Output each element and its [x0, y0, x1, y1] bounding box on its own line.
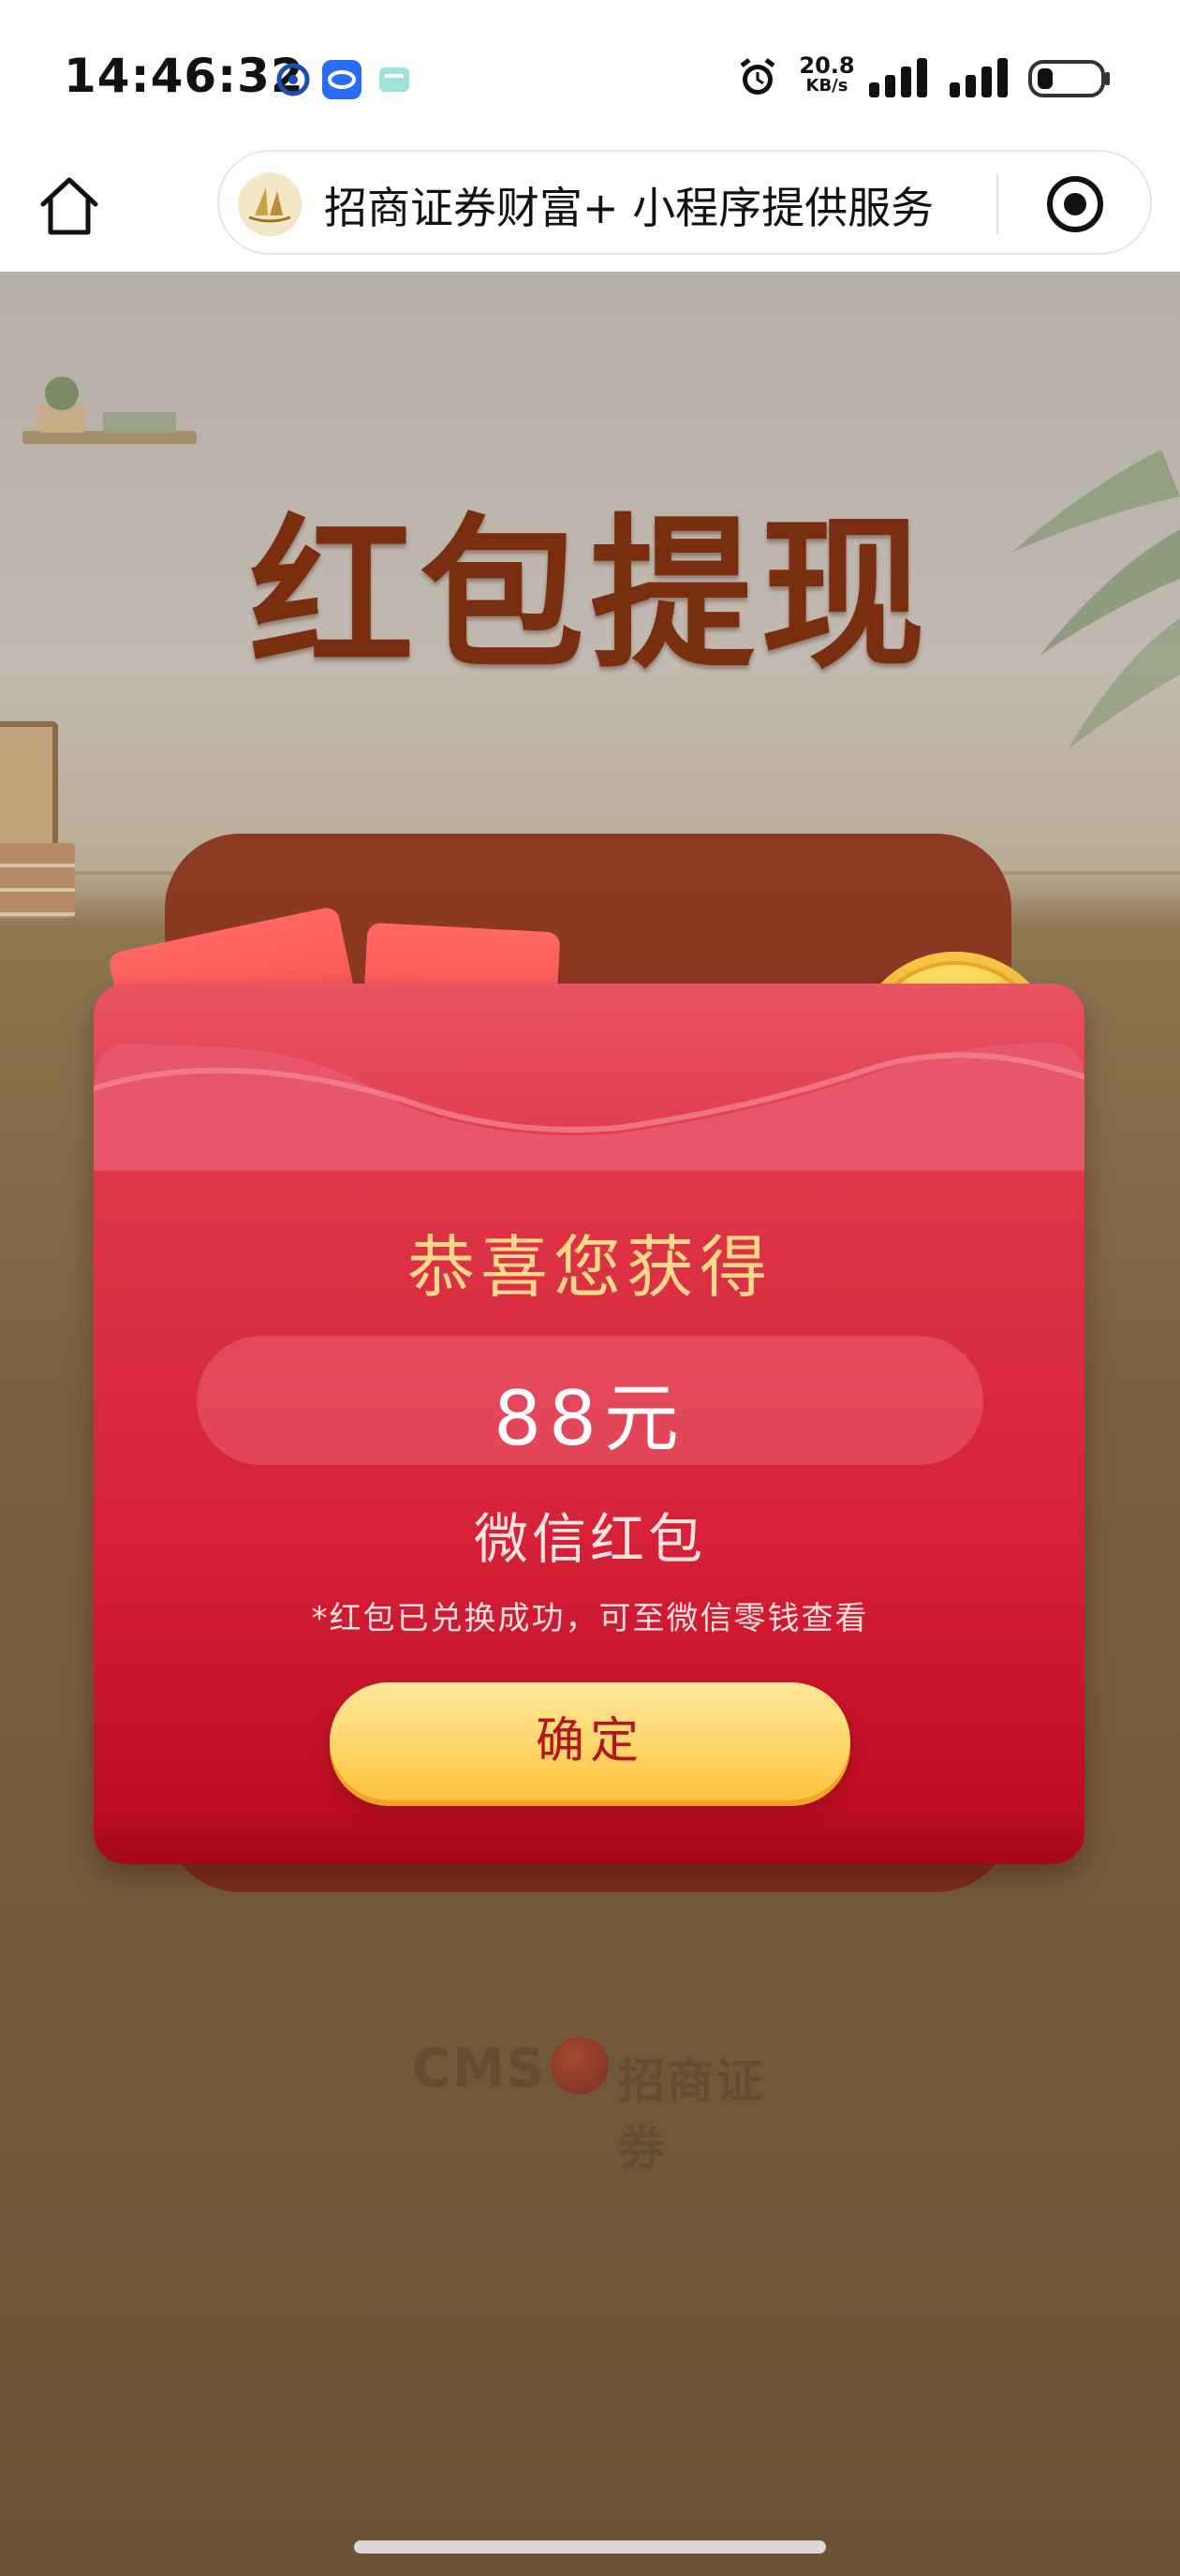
redeem-note: *红包已兑换成功，可至微信零钱查看 [311, 1600, 869, 1637]
home-icon[interactable] [34, 170, 105, 242]
brand-logo-icon [238, 172, 302, 236]
mini-program-nav-bar: 招商证券财富+ 小程序提供服务 [0, 150, 1180, 272]
notification-app-icon [379, 67, 409, 92]
shelf-books [103, 412, 176, 433]
status-bar: 14:46:32 20.8 KB/s [0, 0, 1180, 150]
brand-mark-icon [551, 2036, 609, 2095]
network-speed-value: 20.8 [799, 52, 855, 79]
reward-amount: 88元 [494, 1375, 686, 1462]
capsule-divider [996, 174, 998, 234]
footer-cms-text: CMS [412, 2038, 547, 2099]
wall-shelf [22, 431, 197, 444]
footer-logo: CMS 招商证券 [412, 2031, 805, 2176]
signal-icon [950, 58, 1008, 97]
home-indicator[interactable] [354, 2540, 826, 2554]
footer-brand-text: 招商证券 [618, 2054, 764, 2176]
network-speed-unit: KB/s [805, 76, 848, 96]
page-title: 红包提现 [248, 499, 931, 691]
book-stack [0, 843, 75, 918]
reward-scene: 红包提现 ¥ ¥ 恭喜您获得 88元 微信红包 *红包已兑换成功，可至微信零钱查… [0, 272, 1180, 2576]
signal-icon [869, 58, 927, 97]
congrats-text: 恭喜您获得 [406, 1228, 773, 1307]
plant-leaf [45, 377, 79, 410]
notification-app-icon [322, 60, 361, 99]
alarm-icon [740, 58, 775, 95]
capsule-title: 招商证券财富+ 小程序提供服务 [324, 183, 935, 233]
confirm-button[interactable]: 确定 [330, 1682, 850, 1800]
network-speed: 20.8 KB/s [794, 54, 860, 96]
prize-type: 微信红包 [473, 1507, 706, 1571]
status-time: 14:46:32 [64, 49, 304, 103]
envelope-wave-edge [94, 1043, 1084, 1171]
battery-icon [1028, 60, 1110, 97]
notification-app-icon [276, 63, 310, 96]
close-target-icon[interactable] [1043, 172, 1107, 236]
mini-program-capsule: 招商证券财富+ 小程序提供服务 [217, 150, 1152, 255]
